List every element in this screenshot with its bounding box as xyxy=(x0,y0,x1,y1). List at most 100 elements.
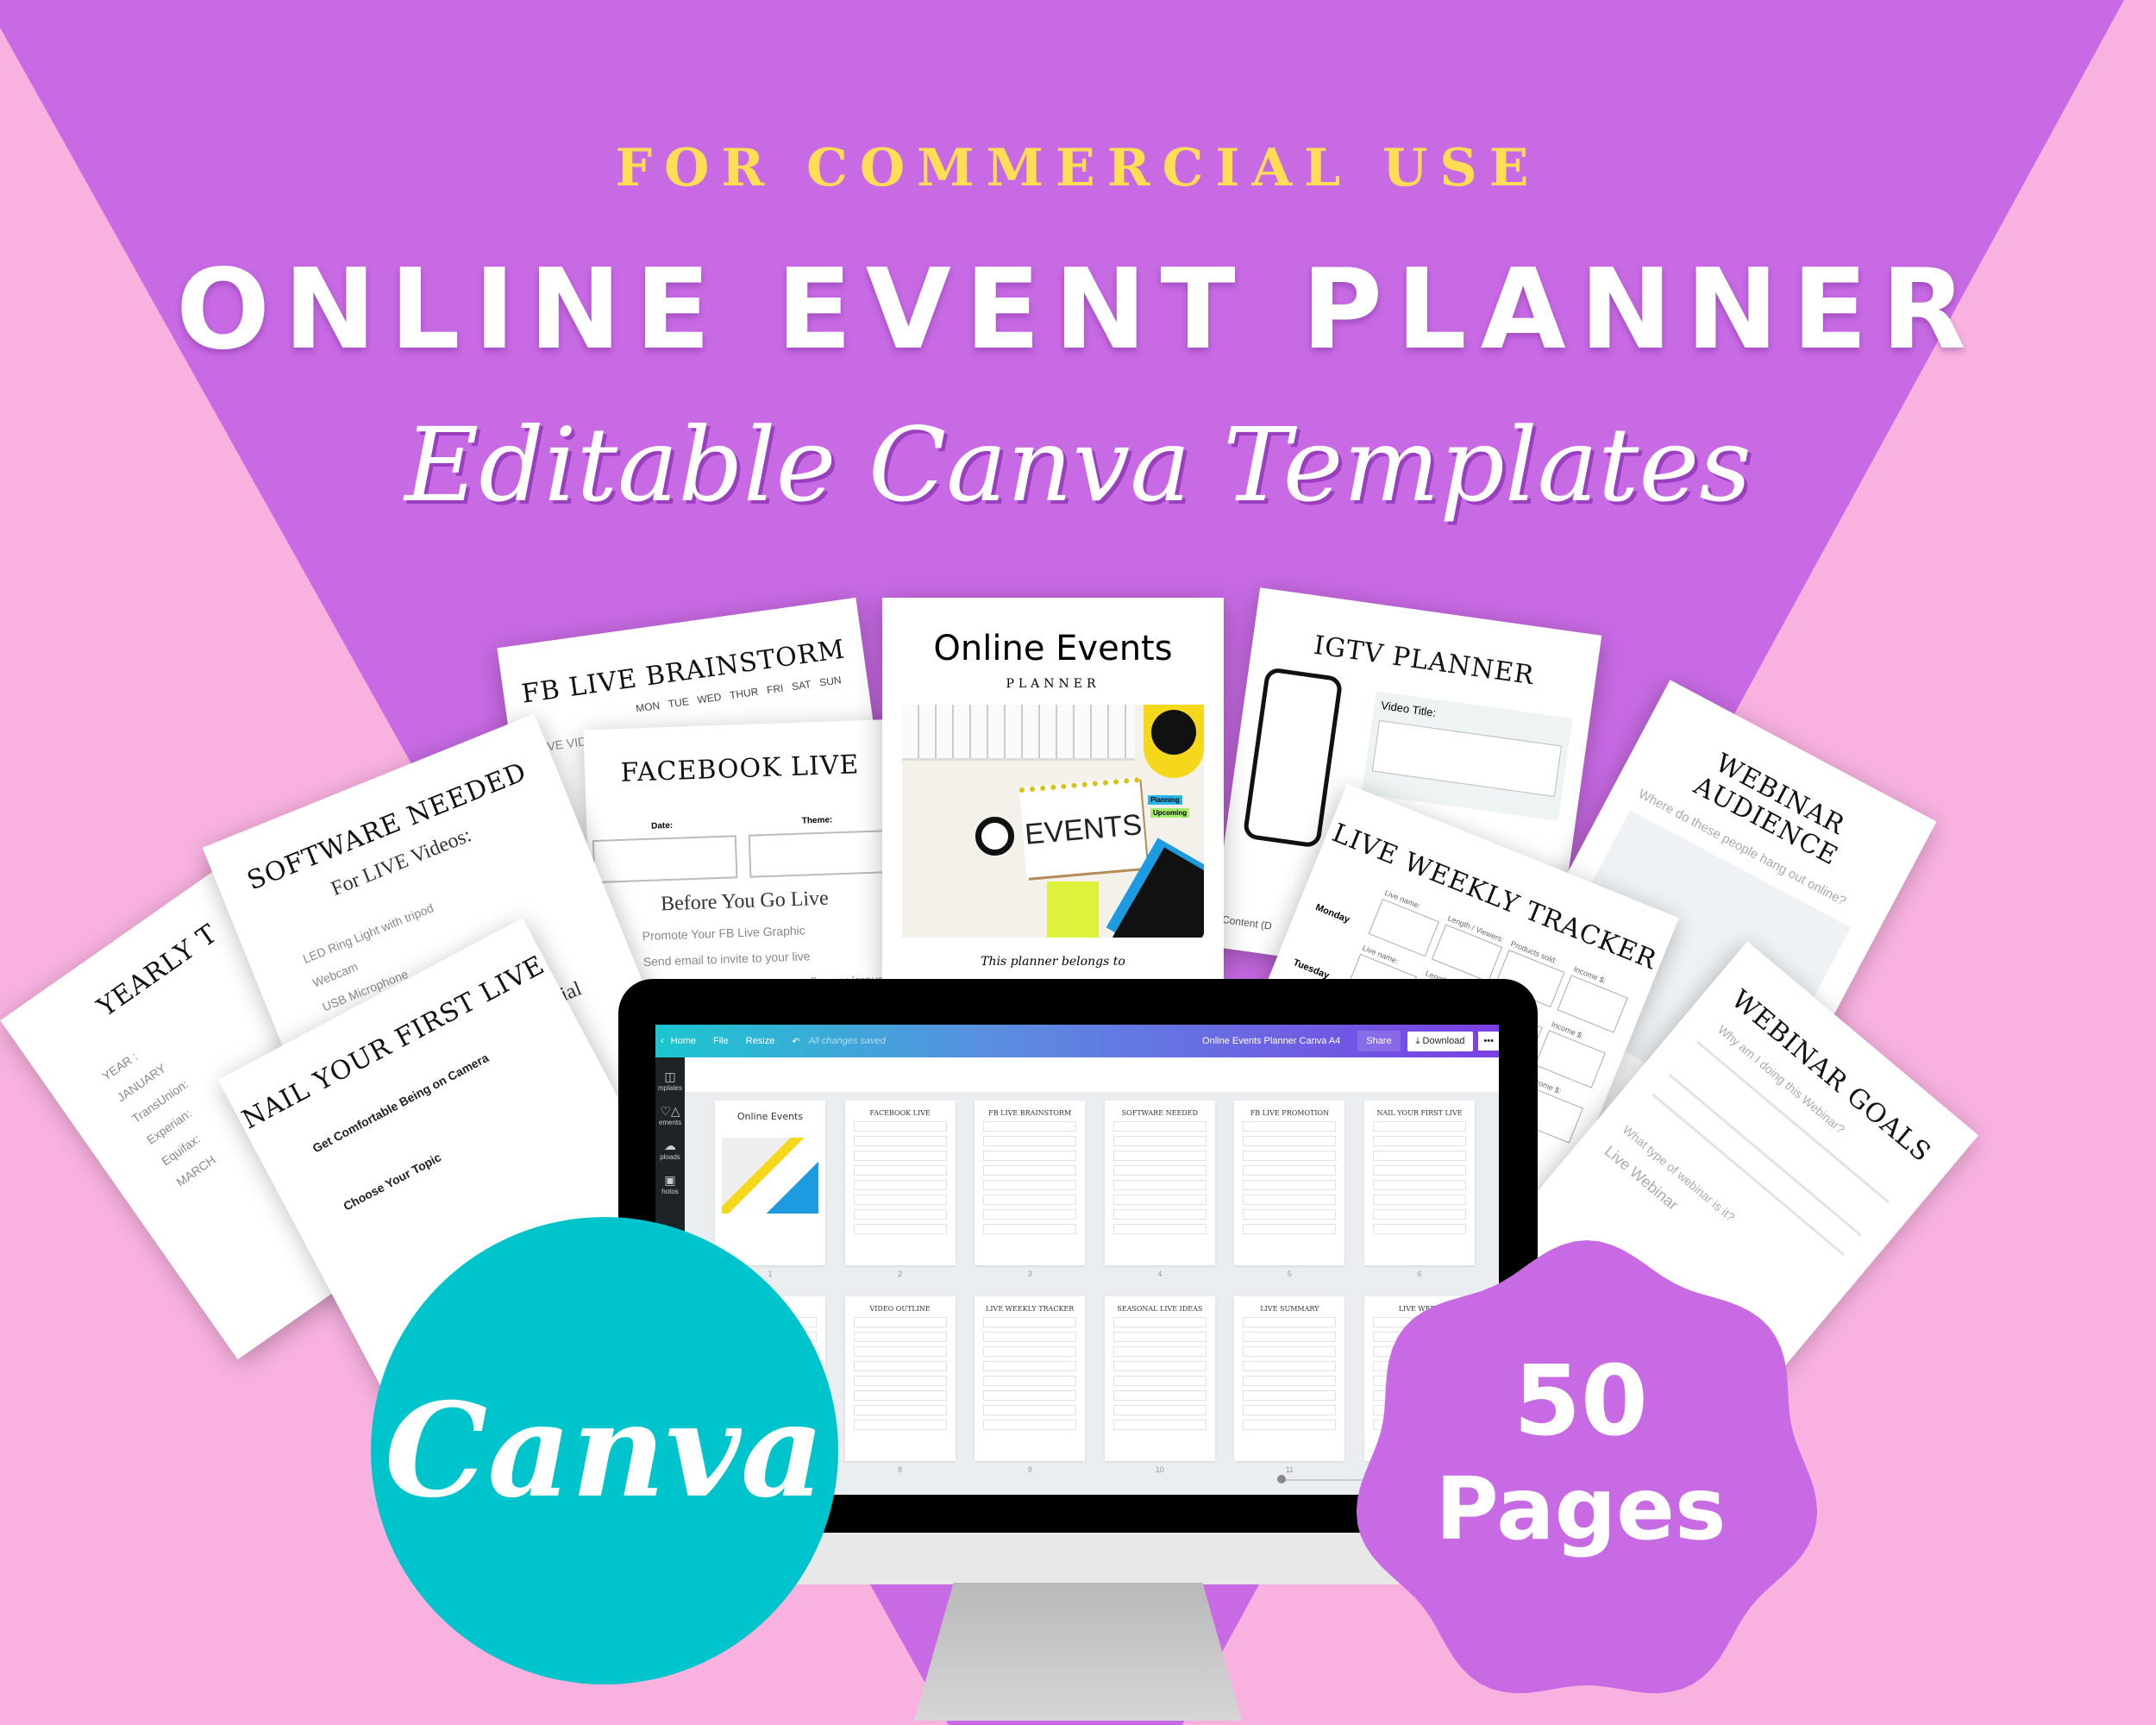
page-thumbnail[interactable]: FACEBOOK LIVE xyxy=(844,1101,956,1265)
checklist-item: Send email to invite to your live xyxy=(642,949,811,969)
theme-box xyxy=(748,829,894,878)
thumbnail-title: NAIL YOUR FIRST LIVE xyxy=(1376,1109,1463,1117)
sticky-note-image xyxy=(1047,881,1099,938)
page-title: FACEBOOK LIVE xyxy=(620,750,860,788)
weekday-label: WED xyxy=(696,690,723,706)
page-thumbnail[interactable]: LIVE SUMMARY xyxy=(1234,1296,1345,1461)
video-title-label: Video Title: xyxy=(1380,699,1438,719)
thumbnail-title: VIDEO OUTLINE xyxy=(869,1305,931,1313)
main-title: ONLINE EVENT PLANNER xyxy=(176,246,1980,374)
thumbnail-cover-image xyxy=(722,1138,818,1214)
thumbnail-title: SOFTWARE NEEDED xyxy=(1121,1109,1198,1117)
cover-subtitle: PLANNER xyxy=(1006,677,1100,691)
page-thumbnail[interactable]: VIDEO OUTLINE xyxy=(844,1296,956,1461)
page-number: 3 xyxy=(1027,1270,1032,1278)
weekday-label: THUR xyxy=(729,685,760,702)
weekday-label: TUE xyxy=(667,695,690,711)
templates-icon: ◫ xyxy=(664,1070,676,1083)
planning-tag: Planning xyxy=(1148,795,1182,805)
file-menu[interactable]: File xyxy=(713,1036,729,1046)
page-thumbnail[interactable]: SEASONAL LIVE IDEAS xyxy=(1104,1296,1215,1461)
mug-image xyxy=(1144,705,1204,778)
subtitle: Editable Canva Templates xyxy=(404,405,1752,524)
more-options-button[interactable]: ••• xyxy=(1478,1032,1499,1051)
sidebar-item-photos[interactable]: ▣ hotos xyxy=(655,1173,685,1195)
thumbnail-title: LIVE SUMMARY xyxy=(1260,1305,1319,1313)
page-number: 2 xyxy=(898,1270,903,1278)
weekday-label: SUN xyxy=(818,674,843,689)
photos-icon: ▣ xyxy=(664,1173,676,1187)
upload-icon: ☁ xyxy=(664,1138,676,1152)
tracker-cell: Income $: xyxy=(1534,1019,1610,1088)
tip-heading: Choose Your Topic xyxy=(341,1150,444,1214)
page-number: 8 xyxy=(898,1465,903,1474)
checklist-item: Promote Your FB Live Graphic xyxy=(642,923,805,944)
tracker-cell: Length / Viewers: xyxy=(1431,913,1507,982)
clock-image xyxy=(975,817,1014,856)
home-button[interactable]: Home xyxy=(671,1036,696,1046)
download-icon: ⤓ xyxy=(1415,1035,1423,1046)
sidebar-label: mplates xyxy=(657,1084,682,1092)
video-title-field: Video Title: xyxy=(1362,691,1573,821)
page-number: 11 xyxy=(1285,1465,1294,1474)
content-label: Content (D xyxy=(1221,913,1273,932)
page-count: 50 xyxy=(1514,1346,1648,1458)
phone-icon xyxy=(1242,667,1344,849)
keyboard-image xyxy=(902,705,1135,761)
section-title: Before You Go Live xyxy=(660,887,830,916)
date-box xyxy=(592,835,738,884)
tracker-cell: Income $: xyxy=(1557,964,1633,1033)
thumbnail-title: FB LIVE PROMOTION xyxy=(1250,1109,1330,1117)
tracker-cell: Live name: xyxy=(1368,888,1444,957)
page-thumbnail[interactable]: FB LIVE BRAINSTORM xyxy=(975,1101,1086,1265)
undo-icon[interactable]: ↶ xyxy=(792,1036,799,1047)
notebook-image: EVENTS xyxy=(1018,777,1148,878)
thumbnail-title: Online Events xyxy=(736,1111,804,1122)
sidebar-label: hotos xyxy=(661,1188,679,1195)
page-thumbnail[interactable]: SOFTWARE NEEDED xyxy=(1104,1101,1215,1265)
page-number: 9 xyxy=(1027,1465,1032,1474)
editor-toolbar: ‹ Home File Resize ↶ All changes saved O… xyxy=(655,1025,1499,1057)
page-thumbnail[interactable]: LIVE WEEKLY TRACKER xyxy=(975,1296,1086,1461)
zoom-slider-handle[interactable] xyxy=(1277,1475,1286,1484)
thumbnail-title: SEASONAL LIVE IDEAS xyxy=(1117,1305,1203,1313)
date-label: Date: xyxy=(650,820,674,831)
page-number: 10 xyxy=(1155,1465,1164,1474)
share-button[interactable]: Share xyxy=(1357,1031,1401,1051)
thumbnail-title: FB LIVE BRAINSTORM xyxy=(988,1109,1072,1117)
document-title[interactable]: Online Events Planner Canva A4 xyxy=(1202,1036,1340,1046)
page-cover: Online Events PLANNER EVENTS Planning Up… xyxy=(882,598,1224,986)
page-number: 5 xyxy=(1287,1270,1292,1278)
cover-photo: EVENTS Planning Upcoming xyxy=(902,705,1204,938)
page-thumbnail[interactable]: Online Events xyxy=(715,1101,825,1265)
theme-label: Theme: xyxy=(801,815,833,826)
canva-logo-text: Canva xyxy=(385,1375,824,1527)
sidebar-item-elements[interactable]: ♡△ ements xyxy=(655,1104,685,1126)
sidebar-label: ements xyxy=(658,1119,682,1126)
elements-icon: ♡△ xyxy=(660,1104,680,1118)
sidebar-item-uploads[interactable]: ☁ ploads xyxy=(655,1138,685,1161)
thumbnail-title: FACEBOOK LIVE xyxy=(869,1109,931,1117)
back-chevron-icon[interactable]: ‹ xyxy=(661,1036,664,1046)
resize-button[interactable]: Resize xyxy=(746,1036,775,1046)
download-label: Download xyxy=(1422,1035,1465,1046)
upcoming-tag: Upcoming xyxy=(1150,808,1190,818)
page-count-label: Pages xyxy=(1435,1458,1727,1559)
sidebar-label: ploads xyxy=(660,1153,680,1161)
page-count-badge: 50 Pages xyxy=(1352,1346,1809,1561)
save-status: All changes saved xyxy=(808,1036,886,1046)
commercial-use-label: FOR COMMERCIAL USE xyxy=(615,138,1541,198)
canva-logo: Canva xyxy=(371,1217,838,1684)
download-button[interactable]: ⤓ Download xyxy=(1407,1031,1474,1051)
page-thumbnail[interactable]: FB LIVE PROMOTION xyxy=(1234,1101,1345,1265)
weekday-label: SAT xyxy=(791,678,812,693)
events-photo-text: EVENTS xyxy=(1023,808,1144,851)
monitor-stand xyxy=(914,1583,1242,1721)
weekday-label: FRI xyxy=(766,681,785,697)
canvas-header xyxy=(685,1057,1499,1092)
cover-footer: This planner belongs to xyxy=(981,955,1125,969)
cover-title: Online Events xyxy=(933,629,1173,668)
sidebar-item-templates[interactable]: ◫ mplates xyxy=(655,1070,685,1092)
page-number: 4 xyxy=(1157,1270,1163,1278)
thumbnail-title: LIVE WEEKLY TRACKER xyxy=(986,1305,1075,1313)
